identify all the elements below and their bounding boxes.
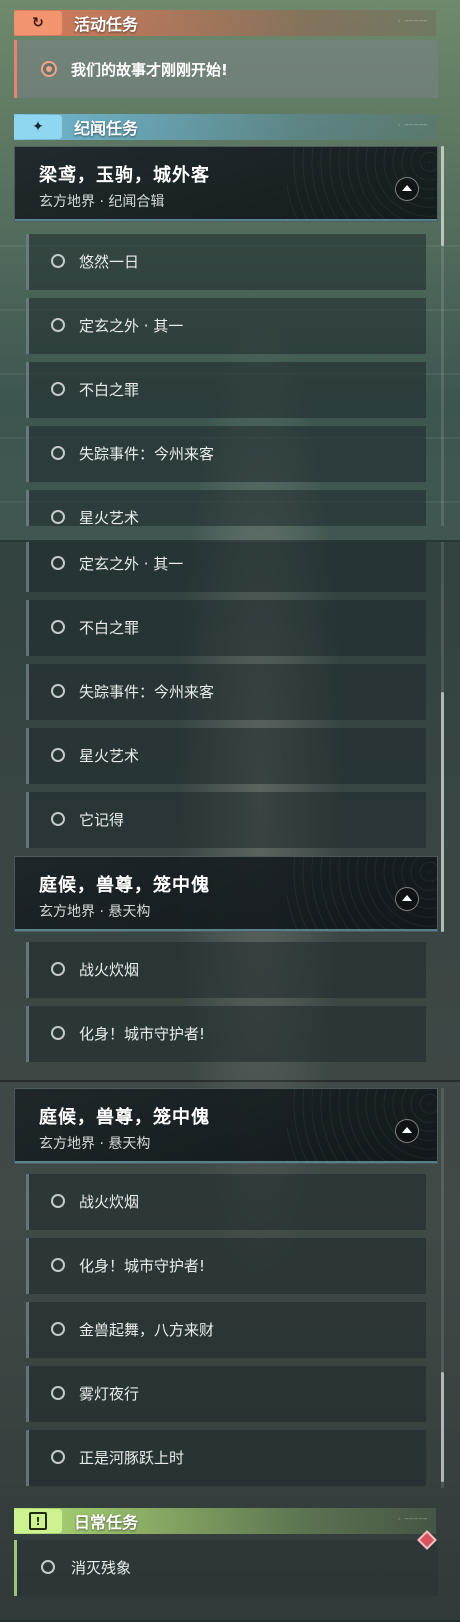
quest-item[interactable]: 雾灯夜行 [26, 1366, 426, 1422]
circle-icon [51, 1386, 65, 1400]
quest-group-card[interactable]: 庭候，兽尊，笼中傀 玄方地界 · 悬天构 [14, 856, 438, 932]
circle-icon [51, 254, 65, 268]
daily-quest-header[interactable]: ! 日常任务 ◦ ───── [14, 1508, 436, 1534]
circle-icon [51, 1322, 65, 1336]
quest-item[interactable]: 它记得 [26, 792, 426, 848]
circle-icon [41, 1560, 55, 1574]
circle-icon [51, 382, 65, 396]
quest-item[interactable]: 金兽起舞，八方来财 [26, 1302, 426, 1358]
header-decoration: ◦ ───── [397, 18, 428, 25]
quest-label: 不白之罪 [79, 619, 140, 637]
daily-quest-title: 日常任务 [74, 1513, 139, 1532]
quest-label: 失踪事件：今州来客 [79, 683, 215, 701]
quest-label: 化身！城市守护者! [79, 1025, 206, 1043]
event-quest-item[interactable]: 我们的故事才刚刚开始! [14, 40, 438, 98]
collapse-button[interactable] [395, 887, 419, 911]
circle-icon [51, 684, 65, 698]
quest-group-title: 梁鸢，玉驹，城外客 [39, 165, 210, 186]
quest-group-subtitle: 玄方地界 · 悬天构 [39, 1136, 151, 1152]
event-quest-title: 活动任务 [74, 15, 139, 34]
circle-icon [51, 318, 65, 332]
scrollbar-thumb[interactable] [441, 1372, 444, 1482]
quest-item[interactable]: 正是河豚跃上时 [26, 1430, 426, 1486]
exclamation-icon: ! [14, 1509, 62, 1533]
collapse-button[interactable] [395, 177, 419, 201]
quest-label: 定玄之外 · 其一 [79, 555, 184, 573]
chevron-up-icon [402, 895, 412, 901]
refresh-icon: ↻ [14, 11, 62, 35]
story-quest-title: 纪闻任务 [74, 119, 139, 138]
quest-label: 失踪事件：今州来客 [79, 445, 215, 463]
circle-icon [51, 510, 65, 524]
circle-icon [51, 556, 65, 570]
quest-item[interactable]: 悠然一日 [26, 234, 426, 290]
quest-item[interactable]: 星火艺术 [26, 490, 426, 527]
quest-label: 金兽起舞，八方来财 [79, 1321, 215, 1339]
circle-icon [51, 812, 65, 826]
quest-item[interactable]: 不白之罪 [26, 600, 426, 656]
event-quest-header[interactable]: ↻ 活动任务 ◦ ───── [14, 10, 436, 36]
circle-icon [51, 748, 65, 762]
daily-quest-item[interactable]: 消灭残象 [14, 1540, 438, 1596]
quest-label: 战火炊烟 [79, 961, 140, 979]
circle-icon [51, 962, 65, 976]
quest-item[interactable]: 战火炊烟 [26, 942, 426, 998]
quest-item[interactable]: 不白之罪 [26, 362, 426, 418]
scrollbar-thumb[interactable] [441, 146, 444, 246]
quest-label: 战火炊烟 [79, 1193, 140, 1211]
quest-label: 星火艺术 [79, 747, 140, 765]
quest-panel-view-1: ↻ 活动任务 ◦ ───── 我们的故事才刚刚开始! ✦ 纪闻任务 ◦ ────… [0, 0, 460, 540]
quest-label: 雾灯夜行 [79, 1385, 140, 1403]
quest-label: 定玄之外 · 其一 [79, 317, 184, 335]
quest-item[interactable]: 化身！城市守护者! [26, 1238, 426, 1294]
quest-label: 正是河豚跃上时 [79, 1449, 185, 1467]
quest-group-card[interactable]: 庭候，兽尊，笼中傀 玄方地界 · 悬天构 [14, 1088, 438, 1164]
collapse-button[interactable] [395, 1119, 419, 1143]
event-quest-label: 我们的故事才刚刚开始! [71, 61, 228, 79]
quest-panel-view-2: 定玄之外 · 其一 不白之罪 失踪事件：今州来客 星火艺术 它记得 庭候，兽尊，… [0, 540, 460, 1082]
circle-icon [51, 1450, 65, 1464]
quest-item[interactable]: 失踪事件：今州来客 [26, 426, 426, 482]
circle-icon [51, 1026, 65, 1040]
quest-item[interactable]: 战火炊烟 [26, 1174, 426, 1230]
sparkle-icon: ✦ [14, 115, 62, 139]
chevron-up-icon [402, 185, 412, 191]
header-decoration: ◦ ───── [397, 1516, 428, 1523]
quest-group-title: 庭候，兽尊，笼中傀 [39, 1107, 210, 1128]
story-quest-header[interactable]: ✦ 纪闻任务 ◦ ───── [14, 114, 436, 140]
circle-icon [51, 446, 65, 460]
quest-item[interactable]: 星火艺术 [26, 728, 426, 784]
circle-icon [51, 620, 65, 634]
quest-label: 它记得 [79, 811, 125, 829]
circle-icon [51, 1258, 65, 1272]
tracked-quest-icon [41, 61, 57, 77]
quest-label: 悠然一日 [79, 253, 140, 271]
quest-item[interactable]: 定玄之外 · 其一 [26, 542, 426, 592]
header-decoration: ◦ ───── [397, 122, 428, 129]
daily-quest-label: 消灭残象 [71, 1559, 132, 1577]
quest-item[interactable]: 定玄之外 · 其一 [26, 298, 426, 354]
quest-group-card[interactable]: 梁鸢，玉驹，城外客 玄方地界 · 纪闻合辑 [14, 146, 438, 222]
quest-item[interactable]: 化身！城市守护者! [26, 1006, 426, 1062]
scrollbar-thumb[interactable] [441, 692, 444, 932]
chevron-up-icon [402, 1127, 412, 1133]
quest-label: 化身！城市守护者! [79, 1257, 206, 1275]
quest-group-subtitle: 玄方地界 · 纪闻合辑 [39, 194, 165, 210]
quest-group-title: 庭候，兽尊，笼中傀 [39, 875, 210, 896]
quest-label: 星火艺术 [79, 509, 140, 527]
quest-label: 不白之罪 [79, 381, 140, 399]
quest-item[interactable]: 失踪事件：今州来客 [26, 664, 426, 720]
quest-group-subtitle: 玄方地界 · 悬天构 [39, 904, 151, 920]
circle-icon [51, 1194, 65, 1208]
